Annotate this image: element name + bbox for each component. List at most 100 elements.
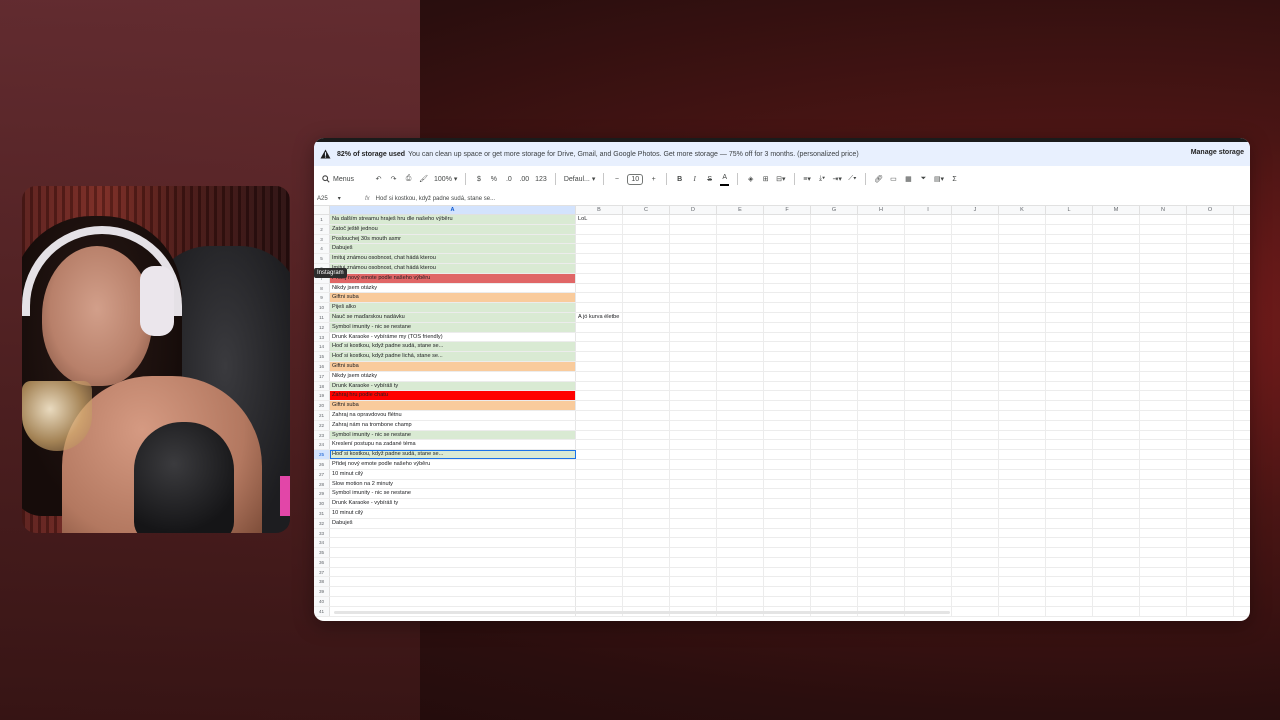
cell-g[interactable] <box>811 244 858 254</box>
row-number[interactable]: 22 <box>314 420 330 430</box>
cell-a[interactable]: Nauč se maďarskou nadávku <box>330 312 576 322</box>
cell-j[interactable] <box>952 283 999 293</box>
cell-n[interactable] <box>1140 508 1187 518</box>
cell-g[interactable] <box>811 528 858 538</box>
decrease-font-size-button[interactable]: − <box>612 172 621 186</box>
strikethrough-button[interactable]: S <box>705 172 714 186</box>
cell-d[interactable] <box>670 440 717 450</box>
cell-a[interactable]: Giftni suba <box>330 401 576 410</box>
cell-j[interactable] <box>952 538 999 548</box>
cell-k[interactable] <box>999 215 1046 224</box>
cell-b[interactable] <box>576 391 623 401</box>
cell-f[interactable] <box>764 401 811 410</box>
cell-m[interactable] <box>1093 234 1140 244</box>
cell-n[interactable] <box>1140 283 1187 293</box>
cell-n[interactable] <box>1140 410 1187 420</box>
cell-b[interactable] <box>576 254 623 263</box>
cell-l[interactable] <box>1046 381 1093 391</box>
cell-h[interactable] <box>858 224 905 234</box>
cell-e[interactable] <box>717 234 764 244</box>
cell-o[interactable] <box>1187 401 1234 410</box>
redo-icon[interactable]: ↷ <box>389 172 398 186</box>
cell-b[interactable] <box>576 528 623 538</box>
row-number[interactable]: 16 <box>314 361 330 371</box>
cell-h[interactable] <box>858 254 905 263</box>
cell-n[interactable] <box>1140 440 1187 450</box>
cell-l[interactable] <box>1046 234 1093 244</box>
cell-a[interactable]: Symbol imunity - nic se nestane <box>330 430 576 440</box>
cell-i[interactable] <box>905 361 952 371</box>
cell-h[interactable] <box>858 361 905 371</box>
cell-l[interactable] <box>1046 342 1093 352</box>
cell-b[interactable] <box>576 410 623 420</box>
cell-d[interactable] <box>670 499 717 508</box>
cell-e[interactable] <box>717 361 764 371</box>
cell-l[interactable] <box>1046 430 1093 440</box>
cell-b[interactable] <box>576 234 623 244</box>
cell-d[interactable] <box>670 293 717 303</box>
cell-n[interactable] <box>1140 352 1187 361</box>
column-header-o[interactable]: O <box>1187 206 1234 214</box>
formula-input[interactable]: Hoď si kostkou, když padne sudá, stane s… <box>376 196 495 202</box>
cell-h[interactable] <box>858 489 905 499</box>
cell-h[interactable] <box>858 567 905 577</box>
cell-n[interactable] <box>1140 342 1187 352</box>
cell-k[interactable] <box>999 273 1046 283</box>
cell-h[interactable] <box>858 342 905 352</box>
cell-c[interactable] <box>623 587 670 597</box>
font-size-input[interactable]: 10 <box>627 173 644 185</box>
cell-c[interactable] <box>623 440 670 450</box>
cell-o[interactable] <box>1187 577 1234 587</box>
filter-icon[interactable]: ⏷ <box>919 172 928 186</box>
cell-f[interactable] <box>764 322 811 332</box>
cell-o[interactable] <box>1187 557 1234 567</box>
row-number[interactable]: 37 <box>314 567 330 577</box>
cell-c[interactable] <box>623 450 670 459</box>
cell-k[interactable] <box>999 430 1046 440</box>
cell-j[interactable] <box>952 361 999 371</box>
cell-g[interactable] <box>811 450 858 459</box>
cell-g[interactable] <box>811 332 858 342</box>
cell-e[interactable] <box>717 273 764 283</box>
cell-d[interactable] <box>670 469 717 479</box>
cell-j[interactable] <box>952 371 999 381</box>
cell-d[interactable] <box>670 567 717 577</box>
cell-l[interactable] <box>1046 459 1093 469</box>
cell-c[interactable] <box>623 528 670 538</box>
cell-k[interactable] <box>999 528 1046 538</box>
select-all-corner[interactable] <box>314 206 330 214</box>
cell-c[interactable] <box>623 244 670 254</box>
cell-j[interactable] <box>952 587 999 597</box>
cell-l[interactable] <box>1046 224 1093 234</box>
cell-m[interactable] <box>1093 391 1140 401</box>
cell-o[interactable] <box>1187 567 1234 577</box>
cell-f[interactable] <box>764 254 811 263</box>
cell-o[interactable] <box>1187 430 1234 440</box>
cell-f[interactable] <box>764 263 811 273</box>
cell-e[interactable] <box>717 499 764 508</box>
cell-n[interactable] <box>1140 234 1187 244</box>
name-box[interactable]: A25 ▾ <box>317 195 357 202</box>
cell-k[interactable] <box>999 420 1046 430</box>
cell-g[interactable] <box>811 401 858 410</box>
cell-e[interactable] <box>717 587 764 597</box>
cell-o[interactable] <box>1187 440 1234 450</box>
cell-a[interactable]: Zahraj hru podle chatu <box>330 391 576 401</box>
cell-a[interactable]: Nikdy jsem otázky <box>330 371 576 381</box>
row-number[interactable]: 28 <box>314 479 330 489</box>
cell-b[interactable] <box>576 548 623 557</box>
row-number[interactable]: 4 <box>314 244 330 254</box>
cell-c[interactable] <box>623 508 670 518</box>
cell-e[interactable] <box>717 577 764 587</box>
cell-n[interactable] <box>1140 322 1187 332</box>
cell-d[interactable] <box>670 312 717 322</box>
cell-k[interactable] <box>999 469 1046 479</box>
cell-m[interactable] <box>1093 528 1140 538</box>
cell-o[interactable] <box>1187 332 1234 342</box>
cell-h[interactable] <box>858 420 905 430</box>
cell-a[interactable]: Přidej nový emote podle našeho výběru <box>330 273 576 283</box>
cell-f[interactable] <box>764 528 811 538</box>
cell-h[interactable] <box>858 401 905 410</box>
cell-c[interactable] <box>623 371 670 381</box>
cell-d[interactable] <box>670 587 717 597</box>
